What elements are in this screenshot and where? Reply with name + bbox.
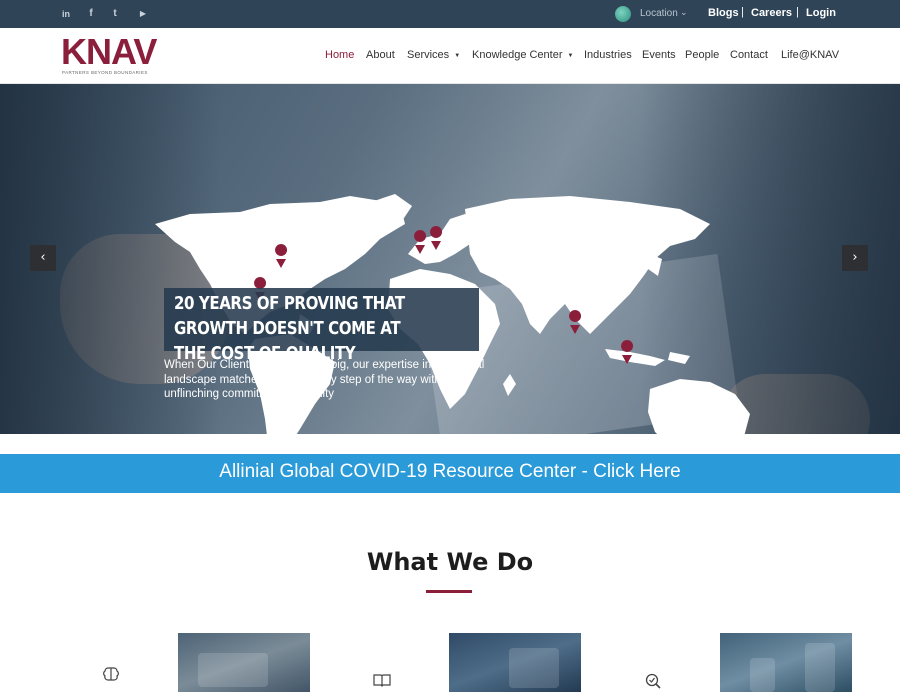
twitter-icon[interactable]: t (108, 7, 122, 21)
link-separator: | (796, 6, 799, 18)
section-title: What We Do (366, 548, 534, 576)
search-check-icon (643, 672, 663, 692)
service-image[interactable] (720, 633, 852, 692)
hero-headline: 20 YEARS OF PROVING THAT GROWTH DOESN'T … (174, 294, 405, 364)
nav-knowledge-center[interactable]: Knowledge Center ▼ (472, 49, 573, 61)
careers-link[interactable]: Careers (751, 7, 792, 19)
brain-icon (101, 665, 121, 685)
chevron-down-icon[interactable]: ⌄ (680, 8, 688, 18)
hero-subtext: When Our Clients dared to think big, our… (164, 359, 485, 400)
logo-tagline: PARTNERS BEYOND BOUNDARIES (62, 70, 148, 75)
location-dropdown[interactable]: Location (640, 8, 678, 19)
laptop-shape (198, 653, 268, 687)
chevron-right-icon[interactable]: › (842, 245, 868, 271)
nav-contact[interactable]: Contact (730, 49, 768, 61)
nav-industries[interactable]: Industries (584, 49, 632, 61)
link-separator: | (741, 6, 744, 18)
linkedin-icon[interactable]: in (59, 7, 73, 21)
caret-down-icon: ▼ (454, 53, 461, 59)
nav-life-at-knav[interactable]: Life@KNAV (781, 49, 839, 61)
person-shape (750, 658, 775, 692)
title-underline (426, 590, 472, 593)
book-icon (372, 673, 392, 692)
nav-about[interactable]: About (366, 49, 395, 61)
chevron-left-icon[interactable]: ‹ (30, 245, 56, 271)
nav-home[interactable]: Home (325, 49, 354, 61)
youtube-icon[interactable]: ▶ (136, 7, 150, 21)
people-shape (509, 648, 559, 688)
nav-events[interactable]: Events (642, 49, 676, 61)
logo[interactable]: KNAV PARTNERS BEYOND BOUNDARIES (61, 31, 169, 79)
blogs-link[interactable]: Blogs (708, 7, 739, 19)
nav-people[interactable]: People (685, 49, 719, 61)
service-image[interactable] (449, 633, 581, 692)
logo-wordmark: KNAV (61, 31, 157, 72)
login-link[interactable]: Login (806, 7, 836, 19)
nav-services[interactable]: Services ▼ (407, 49, 460, 61)
caret-down-icon: ▼ (567, 53, 574, 59)
nav-knowledge-center-label: Knowledge Center (472, 49, 563, 61)
top-bar: in f t ▶ Location ⌄ Blogs | Careers | Lo… (0, 0, 900, 28)
facebook-icon[interactable]: f (84, 7, 98, 21)
service-image[interactable] (178, 633, 310, 692)
nav-services-label: Services (407, 49, 450, 61)
covid-banner-link[interactable]: Allinial Global COVID-19 Resource Center… (0, 461, 900, 483)
person-shape (805, 643, 835, 692)
globe-icon[interactable] (615, 6, 631, 22)
